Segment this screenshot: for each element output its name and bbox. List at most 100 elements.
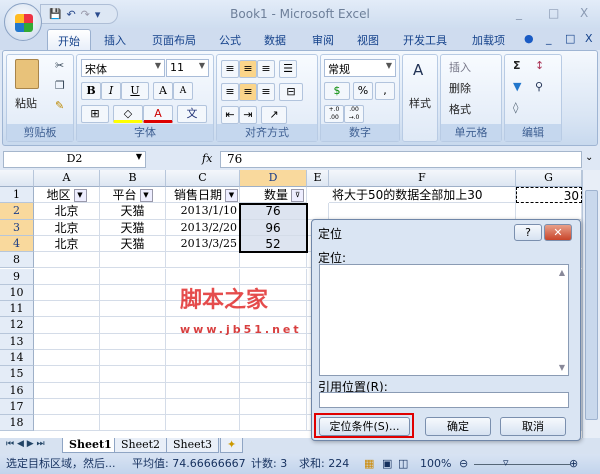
cell[interactable]: [100, 301, 166, 318]
cell[interactable]: [240, 284, 307, 302]
cell[interactable]: [100, 382, 166, 399]
cancel-button[interactable]: 取消: [500, 417, 566, 436]
ribbon-restore-button[interactable]: □: [565, 32, 575, 45]
align-center-icon[interactable]: ≡: [239, 83, 257, 101]
tab-formulas[interactable]: 公式: [219, 32, 241, 48]
row-header[interactable]: 12: [0, 317, 34, 334]
cell[interactable]: [100, 350, 166, 367]
cell[interactable]: [100, 366, 166, 383]
clear-icon[interactable]: ◊: [513, 101, 518, 114]
cell[interactable]: [100, 398, 166, 416]
tab-view[interactable]: 视图: [357, 32, 379, 48]
tab-developer[interactable]: 开发工具: [403, 32, 447, 48]
dialog-help-button[interactable]: ?: [514, 224, 542, 241]
formula-input[interactable]: 76: [220, 151, 582, 168]
sort-filter-icon[interactable]: ↕: [535, 59, 544, 72]
cell-b1[interactable]: 平台 ▼: [100, 187, 166, 204]
row-header[interactable]: 13: [0, 333, 34, 350]
column-header-b[interactable]: B: [100, 170, 166, 187]
fill-color-icon[interactable]: ◇: [113, 105, 143, 123]
cell-g1-copy-marquee[interactable]: 30: [516, 187, 582, 204]
row-header[interactable]: 2: [0, 203, 34, 220]
sheet-nav-icon[interactable]: ⏮ ◀ ▶ ⏭: [6, 439, 45, 449]
cell[interactable]: [240, 350, 307, 367]
data-cell[interactable]: 2013/2/20: [166, 219, 240, 236]
cell[interactable]: [240, 415, 307, 432]
delete-cells-button[interactable]: 删除: [449, 80, 471, 96]
italic-button[interactable]: I: [101, 82, 121, 100]
zoom-in-icon[interactable]: ⊕: [569, 454, 578, 474]
percent-button[interactable]: %: [353, 82, 373, 100]
sheet-tab-sheet2[interactable]: Sheet2: [114, 438, 168, 453]
cell[interactable]: [100, 268, 166, 285]
format-painter-icon[interactable]: ✎: [55, 99, 64, 112]
expand-formula-bar-icon[interactable]: ⌄: [585, 152, 593, 163]
column-header-e[interactable]: E: [307, 170, 329, 187]
column-header-a[interactable]: A: [34, 170, 100, 187]
row-header[interactable]: 9: [0, 268, 34, 285]
special-button[interactable]: 定位条件(S)...: [319, 417, 410, 436]
filter-dropdown-icon[interactable]: ▼: [139, 189, 153, 202]
column-header-d[interactable]: D: [240, 170, 307, 187]
row-header[interactable]: 14: [0, 350, 34, 367]
cell[interactable]: [100, 317, 166, 334]
cell[interactable]: [34, 252, 100, 269]
name-box[interactable]: D2 ▼: [3, 151, 146, 168]
cell-c1[interactable]: 销售日期 ▼: [166, 187, 240, 204]
data-cell[interactable]: 2013/3/25: [166, 235, 240, 253]
maximize-button[interactable]: □: [548, 6, 559, 20]
tab-page-layout[interactable]: 页面布局: [152, 32, 196, 48]
office-button[interactable]: [4, 3, 42, 41]
insert-sheet-icon[interactable]: ✦: [220, 438, 244, 453]
scroll-down-icon[interactable]: ▼: [559, 363, 565, 372]
cell[interactable]: [34, 415, 100, 432]
vertical-scrollbar[interactable]: [582, 170, 600, 438]
tab-insert[interactable]: 插入: [104, 32, 126, 48]
tab-data[interactable]: 数据: [264, 32, 286, 48]
cell[interactable]: [240, 366, 307, 383]
tab-review[interactable]: 审阅: [312, 32, 334, 48]
help-icon[interactable]: ●: [524, 32, 534, 45]
cell-d1[interactable]: 数量 ⊽: [240, 187, 307, 204]
phonetic-button[interactable]: 文: [177, 105, 207, 123]
cell[interactable]: [240, 317, 307, 334]
cell[interactable]: [34, 301, 100, 318]
cell[interactable]: [166, 333, 240, 350]
row-header[interactable]: 10: [0, 284, 34, 302]
ok-button[interactable]: 确定: [425, 417, 491, 436]
tab-addins[interactable]: 加载项: [472, 32, 505, 48]
data-cell[interactable]: 天猫: [100, 219, 166, 236]
cell[interactable]: [100, 252, 166, 269]
cell[interactable]: [34, 284, 100, 302]
cell[interactable]: [240, 398, 307, 416]
insert-cells-button[interactable]: 插入: [449, 59, 471, 75]
font-color-button[interactable]: A: [143, 105, 173, 123]
cell[interactable]: [240, 252, 307, 269]
cell[interactable]: [166, 350, 240, 367]
close-button[interactable]: X: [580, 6, 588, 20]
align-bottom-icon[interactable]: ≡: [257, 60, 275, 78]
wrap-text-icon[interactable]: ☰: [279, 60, 297, 78]
number-format-select[interactable]: 常规 ▼: [324, 59, 396, 77]
increase-decimal-button[interactable]: +.0 .00: [324, 105, 344, 123]
cell[interactable]: [240, 268, 307, 285]
cell[interactable]: [240, 301, 307, 318]
cut-icon[interactable]: ✂: [55, 59, 64, 72]
row-header[interactable]: 8: [0, 252, 34, 269]
decrease-decimal-button[interactable]: .00 →.0: [344, 105, 364, 123]
data-cell[interactable]: 天猫: [100, 235, 166, 253]
minimize-button[interactable]: _: [516, 6, 522, 20]
increase-indent-icon[interactable]: ⇥: [239, 106, 257, 124]
cell-f1[interactable]: 将大于50的数据全部加上30: [329, 187, 516, 204]
dialog-close-button[interactable]: ✕: [544, 224, 572, 241]
autosum-button[interactable]: Σ: [513, 59, 521, 72]
cell[interactable]: [34, 268, 100, 285]
paste-button[interactable]: 粘贴: [15, 95, 37, 111]
styles-button[interactable]: 样式: [409, 95, 431, 111]
cell[interactable]: [100, 284, 166, 302]
tab-home[interactable]: 开始: [47, 29, 91, 51]
zoom-slider-thumb[interactable]: ▿: [503, 453, 509, 473]
cell[interactable]: [166, 301, 240, 318]
filter-dropdown-icon[interactable]: ▼: [225, 189, 238, 202]
ribbon-minimize-button[interactable]: _: [546, 32, 552, 45]
